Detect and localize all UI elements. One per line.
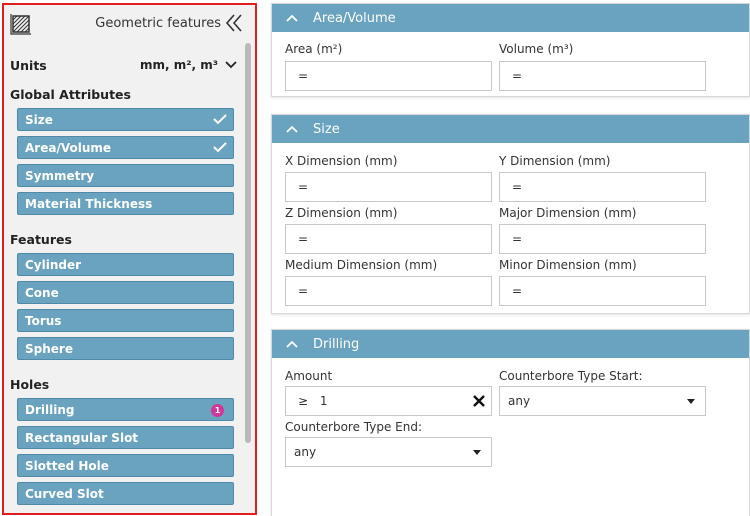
chevron-up-icon <box>286 340 298 348</box>
hatched-box-icon <box>10 14 31 35</box>
sidebar-item-label: Symmetry <box>25 169 95 183</box>
area-label: Area (m²) <box>285 42 343 56</box>
panel-title: Area/Volume <box>313 11 396 26</box>
sidebar-item-label: Sphere <box>25 342 73 356</box>
drilling-panel: Drilling Amount ≥ 1 Counterbore Type Sta… <box>271 329 750 516</box>
amount-operator: ≥ <box>298 394 309 408</box>
counterbore-start-select[interactable]: any <box>499 386 706 416</box>
units-label: Units <box>10 58 47 73</box>
sidebar-item-label: Size <box>25 113 53 127</box>
counterbore-end-select[interactable]: any <box>285 437 492 467</box>
panel-title: Drilling <box>313 337 360 352</box>
major-dimension-label: Major Dimension (mm) <box>499 206 637 220</box>
amount-label: Amount <box>285 369 333 383</box>
counterbore-start-value: any <box>508 394 531 408</box>
area-volume-panel-header[interactable]: Area/Volume <box>272 4 749 32</box>
geometric-features-sidebar: Geometric features Units mm, m², m³ Glob… <box>2 3 257 515</box>
area-volume-panel: Area/Volume Area (m²) = Volume (m³) = <box>271 3 750 97</box>
caret-down-icon <box>687 399 695 404</box>
sidebar-item-label: Cone <box>25 286 59 300</box>
check-icon <box>213 142 227 153</box>
sidebar-item-label: Drilling <box>25 403 75 417</box>
sidebar-item-size[interactable]: Size <box>17 108 234 131</box>
sidebar-item-cone[interactable]: Cone <box>17 281 234 304</box>
units-selector[interactable]: Units mm, m², m³ <box>10 57 238 75</box>
chevron-down-icon[interactable] <box>224 59 238 71</box>
panel-title: Size <box>313 122 340 137</box>
chevron-up-icon <box>286 14 298 22</box>
drilling-panel-header[interactable]: Drilling <box>272 330 749 358</box>
sidebar-item-slotted-hole[interactable]: Slotted Hole <box>17 454 234 477</box>
caret-down-icon <box>473 450 481 455</box>
sidebar-item-curved-slot[interactable]: Curved Slot <box>17 482 234 505</box>
double-chevron-left-icon[interactable] <box>225 12 243 34</box>
sidebar-item-label: Curved Slot <box>25 487 104 501</box>
major-dimension-input[interactable]: = <box>499 224 706 254</box>
minor-dimension-label: Minor Dimension (mm) <box>499 258 637 272</box>
size-panel-header[interactable]: Size <box>272 115 749 143</box>
area-input[interactable]: = <box>285 61 492 91</box>
units-value[interactable]: mm, m², m³ <box>140 58 218 72</box>
section-title-holes: Holes <box>10 377 50 392</box>
counterbore-end-value: any <box>294 445 317 459</box>
sidebar-item-sphere[interactable]: Sphere <box>17 337 234 360</box>
sidebar-item-material-thickness[interactable]: Material Thickness <box>17 192 234 215</box>
z-dimension-input[interactable]: = <box>285 224 492 254</box>
sidebar-item-label: Rectangular Slot <box>25 431 139 445</box>
amount-input[interactable]: ≥ 1 <box>285 386 492 416</box>
clear-icon[interactable] <box>472 394 486 408</box>
sidebar-title: Geometric features <box>95 16 221 31</box>
size-panel: Size X Dimension (mm) = Y Dimension (mm)… <box>271 114 750 314</box>
medium-dimension-label: Medium Dimension (mm) <box>285 258 438 272</box>
sidebar-scrollbar[interactable] <box>245 43 251 443</box>
x-dimension-input[interactable]: = <box>285 172 492 202</box>
sidebar-item-torus[interactable]: Torus <box>17 309 234 332</box>
section-title-global-attributes: Global Attributes <box>10 87 131 102</box>
counterbore-end-label: Counterbore Type End: <box>285 420 423 434</box>
volume-input[interactable]: = <box>499 61 706 91</box>
counterbore-start-label: Counterbore Type Start: <box>499 369 643 383</box>
medium-dimension-input[interactable]: = <box>285 276 492 306</box>
sidebar-item-area-volume[interactable]: Area/Volume <box>17 136 234 159</box>
minor-dimension-input[interactable]: = <box>499 276 706 306</box>
section-title-features: Features <box>10 232 72 247</box>
sidebar-item-symmetry[interactable]: Symmetry <box>17 164 234 187</box>
amount-value: 1 <box>319 394 328 408</box>
sidebar-item-label: Cylinder <box>25 258 82 272</box>
sidebar-item-label: Material Thickness <box>25 197 153 211</box>
chevron-up-icon <box>286 125 298 133</box>
sidebar-item-label: Area/Volume <box>25 141 111 155</box>
y-dimension-input[interactable]: = <box>499 172 706 202</box>
check-icon <box>213 114 227 125</box>
sidebar-item-label: Torus <box>25 314 62 328</box>
sidebar-item-drilling[interactable]: Drilling 1 <box>17 398 234 421</box>
sidebar-item-rectangular-slot[interactable]: Rectangular Slot <box>17 426 234 449</box>
volume-label: Volume (m³) <box>499 42 574 56</box>
count-badge: 1 <box>211 404 224 417</box>
sidebar-item-cylinder[interactable]: Cylinder <box>17 253 234 276</box>
z-dimension-label: Z Dimension (mm) <box>285 206 398 220</box>
sidebar-item-label: Slotted Hole <box>25 459 109 473</box>
sidebar-header: Geometric features <box>4 5 255 41</box>
y-dimension-label: Y Dimension (mm) <box>499 154 611 168</box>
x-dimension-label: X Dimension (mm) <box>285 154 398 168</box>
